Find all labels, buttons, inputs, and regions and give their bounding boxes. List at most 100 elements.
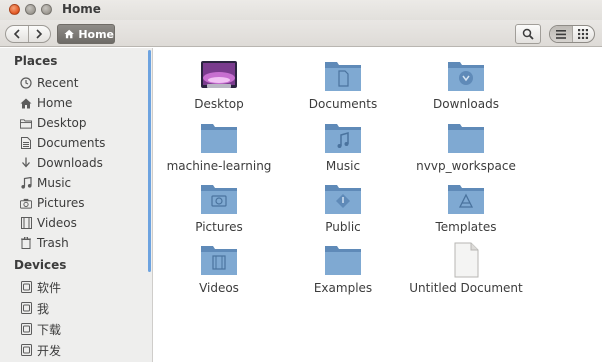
file-item-music[interactable]: Music xyxy=(281,120,405,180)
list-view-button[interactable] xyxy=(550,26,572,42)
drive-icon xyxy=(20,281,32,293)
sidebar-item-downloads[interactable]: Downloads xyxy=(20,154,145,172)
file-item-downloads[interactable]: Downloads xyxy=(404,58,528,118)
search-button[interactable] xyxy=(515,24,541,44)
documents-folder-icon xyxy=(325,62,361,91)
places-heading: Places xyxy=(14,54,58,68)
sidebar-item-label: 下载 xyxy=(37,322,62,337)
search-icon xyxy=(522,28,534,40)
file-item-label: Public xyxy=(325,220,361,234)
file-item-label: Desktop xyxy=(194,97,244,111)
close-window-button[interactable] xyxy=(9,4,20,15)
download-icon xyxy=(20,157,32,169)
sidebar-item-music[interactable]: Music xyxy=(20,174,145,192)
list-icon xyxy=(555,29,566,39)
toolbar: Home xyxy=(0,20,602,47)
chevron-left-icon xyxy=(13,29,20,39)
sidebar-item-documents[interactable]: Documents xyxy=(20,134,145,152)
file-item-label: Downloads xyxy=(433,97,499,111)
sidebar-item-label: Downloads xyxy=(37,156,103,170)
file-item-label: Templates xyxy=(435,220,497,234)
sidebar-item-pictures[interactable]: Pictures xyxy=(20,194,145,212)
sidebar-item-label: Music xyxy=(37,176,72,190)
downloads-folder-icon xyxy=(448,62,484,91)
file-item-templates[interactable]: Templates xyxy=(404,181,528,241)
file-manager-window: Home Home Places Recent Home Desktop Doc… xyxy=(0,0,602,362)
sidebar-item-trash[interactable]: Trash xyxy=(20,234,145,252)
drive-icon xyxy=(20,302,32,314)
drive-icon xyxy=(20,344,32,356)
navigation-buttons xyxy=(5,25,51,43)
sidebar-item-home[interactable]: Home xyxy=(20,94,145,112)
grid-icon xyxy=(578,29,589,39)
sidebar-item-label: Documents xyxy=(37,136,106,150)
file-item-label: nvvp_workspace xyxy=(416,159,516,173)
devices-heading: Devices xyxy=(14,258,67,272)
file-item-desktop[interactable]: Desktop xyxy=(157,58,281,118)
sidebar-item-recent[interactable]: Recent xyxy=(20,74,145,92)
sidebar-scrollbar[interactable] xyxy=(148,50,151,272)
file-item-label: Examples xyxy=(313,281,373,295)
file-item-machine-learning[interactable]: machine-learning xyxy=(157,120,281,180)
desktop-folder-icon xyxy=(201,61,237,88)
folder-icon xyxy=(325,246,361,275)
title-bar[interactable]: Home xyxy=(0,0,602,20)
pictures-folder-icon xyxy=(201,185,237,214)
chevron-right-icon xyxy=(36,29,43,39)
drive-icon xyxy=(20,323,32,335)
file-item-label: Untitled Document xyxy=(409,281,523,295)
sidebar-item-label: Desktop xyxy=(37,116,87,130)
sidebar-item-label: Videos xyxy=(37,216,77,230)
sidebar-item-label: Home xyxy=(37,96,73,110)
file-item-public[interactable]: Public xyxy=(281,181,405,241)
grid-view-button[interactable] xyxy=(571,26,595,42)
file-item-label: Music xyxy=(325,159,361,173)
path-bar-label: Home xyxy=(78,27,114,41)
music-icon xyxy=(20,177,32,189)
file-item-nvvp-workspace[interactable]: nvvp_workspace xyxy=(404,120,528,180)
document-icon xyxy=(20,137,32,149)
file-grid: Desktop Documents Downloads machine-lear… xyxy=(154,48,602,362)
camera-icon xyxy=(20,197,32,209)
folder-icon xyxy=(20,117,32,129)
window-title: Home xyxy=(62,2,101,16)
home-icon xyxy=(64,29,74,39)
sidebar-item-label: Trash xyxy=(37,236,69,250)
file-item-untitled-document[interactable]: Untitled Document xyxy=(404,242,528,302)
sidebar-item-label: 我 xyxy=(37,301,50,316)
file-item-pictures[interactable]: Pictures xyxy=(157,181,281,241)
path-bar-home-button[interactable]: Home xyxy=(57,24,115,44)
clock-icon xyxy=(20,77,32,89)
file-item-label: Documents xyxy=(308,97,378,111)
sidebar-item-videos[interactable]: Videos xyxy=(20,214,145,232)
file-item-documents[interactable]: Documents xyxy=(281,58,405,118)
public-folder-icon xyxy=(325,185,361,214)
videos-folder-icon xyxy=(201,246,237,275)
sidebar-item-desktop[interactable]: Desktop xyxy=(20,114,145,132)
text-document-icon xyxy=(454,242,479,278)
file-item-videos[interactable]: Videos xyxy=(157,242,281,302)
sidebar-item-label: Pictures xyxy=(37,196,85,210)
back-button[interactable] xyxy=(6,26,28,42)
minimize-window-button[interactable] xyxy=(25,4,36,15)
file-item-label: Pictures xyxy=(195,220,243,234)
file-item-label: machine-learning xyxy=(166,159,272,173)
music-folder-icon xyxy=(325,124,361,153)
file-item-label: Videos xyxy=(199,281,239,295)
sidebar-item-label: Recent xyxy=(37,76,79,90)
sidebar-item-device-download[interactable]: 下载 xyxy=(20,320,145,338)
file-item-examples[interactable]: Examples xyxy=(281,242,405,302)
sidebar-item-device-me[interactable]: 我 xyxy=(20,299,145,317)
maximize-window-button[interactable] xyxy=(41,4,52,15)
sidebar-item-device-develop[interactable]: 开发 xyxy=(20,341,145,359)
trash-icon xyxy=(20,237,32,249)
sidebar-item-label: 软件 xyxy=(37,280,62,295)
view-mode-switcher xyxy=(549,25,595,43)
sidebar-item-device-software[interactable]: 软件 xyxy=(20,278,145,296)
film-icon xyxy=(20,217,32,229)
folder-icon xyxy=(448,124,484,153)
folder-icon xyxy=(201,124,237,153)
templates-folder-icon xyxy=(448,185,484,214)
forward-button[interactable] xyxy=(27,26,51,42)
sidebar: Places Recent Home Desktop Documents Dow… xyxy=(0,48,153,362)
